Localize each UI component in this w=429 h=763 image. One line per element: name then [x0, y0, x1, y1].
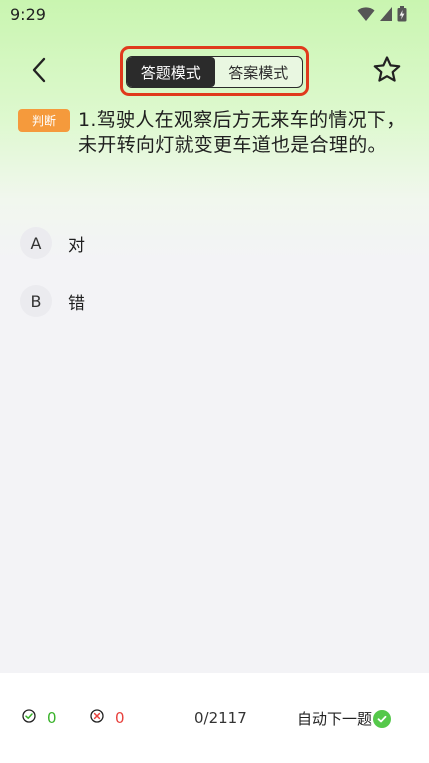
auto-next-toggle[interactable]: 自动下一题	[297, 708, 392, 729]
question-progress[interactable]: 0/2117	[194, 709, 247, 727]
signal-icon	[379, 6, 393, 26]
mode-toggle: 答题模式 答案模式	[126, 56, 303, 88]
wifi-icon	[357, 6, 375, 26]
tab-answer-mode[interactable]: 答题模式	[127, 57, 215, 87]
option-a[interactable]: A 对	[20, 223, 400, 263]
header: 答题模式 答案模式	[0, 45, 429, 100]
correct-count: 0	[47, 709, 57, 727]
battery-icon	[397, 6, 407, 26]
star-icon	[372, 55, 402, 89]
favorite-button[interactable]	[370, 55, 404, 89]
option-text: 错	[68, 293, 85, 314]
wrong-stat[interactable]: 0	[90, 709, 125, 727]
question-text: 1.驾驶人在观察后方无来车的情况下，未开转向灯就变更车道也是合理的。	[78, 109, 406, 156]
cross-circle-icon	[90, 709, 104, 727]
practice-screen: 9:29 答题模式 答案模式 判断 1.驾驶人在观察后方无来车的情况下，未开转向…	[0, 0, 429, 763]
checkmark-icon	[373, 709, 392, 728]
check-circle-icon	[22, 709, 36, 727]
status-bar: 9:29	[0, 0, 429, 30]
question-type-badge: 判断	[18, 109, 70, 132]
option-b[interactable]: B 错	[20, 281, 400, 321]
bottom-bar: 0 0 0/2117 自动下一题	[0, 673, 429, 763]
back-icon	[31, 57, 47, 87]
option-letter: A	[20, 227, 52, 259]
tab-solution-mode[interactable]: 答案模式	[215, 57, 303, 87]
auto-next-label: 自动下一题	[297, 710, 373, 728]
option-text: 对	[68, 235, 85, 256]
status-time: 9:29	[10, 5, 46, 24]
wrong-count: 0	[115, 709, 125, 727]
back-button[interactable]	[24, 57, 54, 87]
correct-stat[interactable]: 0	[22, 709, 57, 727]
question: 判断 1.驾驶人在观察后方无来车的情况下，未开转向灯就变更车道也是合理的。	[18, 108, 418, 158]
option-letter: B	[20, 285, 52, 317]
status-icons	[357, 6, 407, 26]
